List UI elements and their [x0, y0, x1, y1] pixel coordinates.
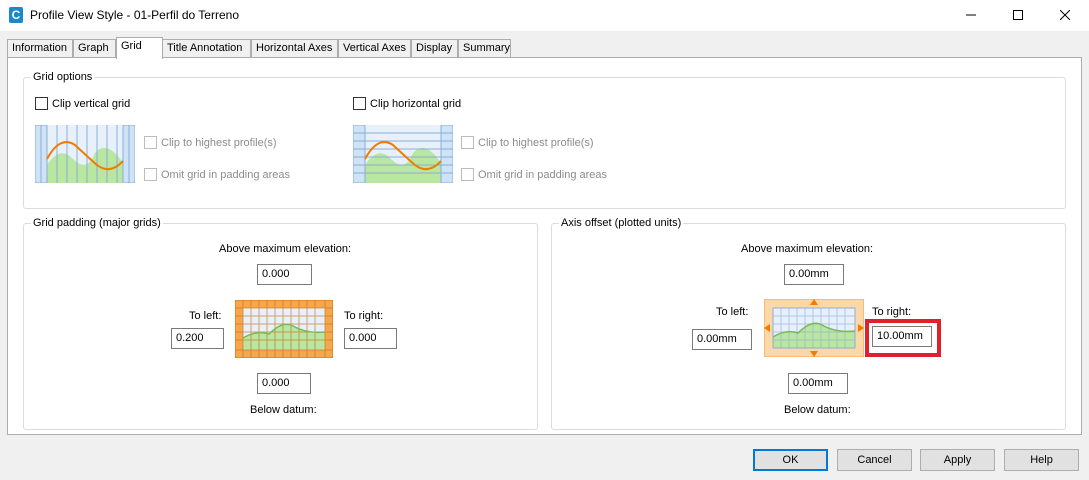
grid-padding-preview-icon [235, 300, 333, 358]
tab-display[interactable]: Display [411, 39, 458, 58]
vertical-grid-preview-icon [35, 125, 135, 183]
vertical-omit-padding-checkbox[interactable] [144, 168, 157, 181]
horizontal-omit-padding-label[interactable]: Omit grid in padding areas [478, 169, 607, 182]
vertical-clip-highest-checkbox[interactable] [144, 136, 157, 149]
axis-offset-below-label: Below datum: [784, 404, 851, 416]
tab-graph[interactable]: Graph [73, 39, 116, 58]
grid-tab-panel: Grid options Clip vertical grid Clip to … [7, 57, 1082, 435]
grid-padding-left-input[interactable]: 0.200 [171, 328, 224, 349]
horizontal-grid-preview-icon [353, 125, 453, 183]
tab-information[interactable]: Information [7, 39, 73, 58]
axis-offset-below-input[interactable]: 0.00mm [788, 373, 848, 394]
axis-offset-above-input[interactable]: 0.00mm [784, 264, 844, 285]
axis-offset-preview-icon [764, 299, 864, 357]
clip-vertical-grid-checkbox[interactable] [35, 97, 48, 110]
apply-button[interactable]: Apply [920, 449, 995, 471]
tab-horizontal-axes[interactable]: Horizontal Axes [251, 39, 338, 58]
grid-options-legend: Grid options [31, 70, 95, 84]
grid-padding-left-label: To left: [189, 310, 222, 322]
app-icon: C [9, 7, 23, 23]
close-button[interactable] [1042, 0, 1088, 31]
grid-padding-below-label: Below datum: [250, 404, 317, 416]
axis-offset-left-label: To left: [716, 306, 749, 318]
axis-offset-right-input[interactable]: 10.00mm [872, 326, 932, 347]
tab-vertical-axes[interactable]: Vertical Axes [338, 39, 411, 58]
axis-offset-left-input[interactable]: 0.00mm [692, 329, 752, 350]
minimize-button[interactable] [948, 0, 994, 31]
grid-padding-right-label: To right: [344, 310, 384, 322]
axis-offset-group: Axis offset (plotted units) Above maximu… [551, 216, 1066, 430]
grid-padding-above-input[interactable]: 0.000 [257, 264, 312, 285]
grid-padding-group: Grid padding (major grids) Above maximum… [23, 216, 538, 430]
horizontal-clip-highest-checkbox[interactable] [461, 136, 474, 149]
vertical-omit-padding-label[interactable]: Omit grid in padding areas [161, 169, 290, 182]
grid-options-group: Grid options Clip vertical grid Clip to … [23, 70, 1066, 209]
clip-vertical-grid-label[interactable]: Clip vertical grid [52, 98, 130, 111]
horizontal-omit-padding-checkbox[interactable] [461, 168, 474, 181]
grid-padding-legend: Grid padding (major grids) [31, 216, 163, 230]
maximize-icon [1013, 10, 1023, 20]
title-bar: C Profile View Style - 01-Perfil do Terr… [0, 0, 1089, 31]
axis-offset-right-label: To right: [872, 306, 912, 318]
maximize-button[interactable] [995, 0, 1041, 31]
minimize-icon [966, 14, 976, 16]
grid-padding-above-label: Above maximum elevation: [219, 243, 352, 255]
help-button[interactable]: Help [1004, 449, 1079, 471]
grid-padding-below-input[interactable]: 0.000 [257, 373, 311, 394]
tab-summary[interactable]: Summary [458, 39, 511, 58]
tab-grid[interactable]: Grid [116, 37, 163, 59]
vertical-clip-highest-label[interactable]: Clip to highest profile(s) [161, 137, 277, 150]
clip-horizontal-grid-checkbox[interactable] [353, 97, 366, 110]
axis-offset-legend: Axis offset (plotted units) [559, 216, 684, 230]
grid-padding-right-input[interactable]: 0.000 [344, 328, 397, 349]
ok-button[interactable]: OK [753, 449, 828, 471]
close-icon [1060, 10, 1070, 20]
horizontal-clip-highest-label[interactable]: Clip to highest profile(s) [478, 137, 594, 150]
axis-offset-above-label: Above maximum elevation: [741, 243, 874, 255]
cancel-button[interactable]: Cancel [837, 449, 912, 471]
window-title: Profile View Style - 01-Perfil do Terren… [30, 8, 239, 22]
clip-horizontal-grid-label[interactable]: Clip horizontal grid [370, 98, 461, 111]
tab-title-annotation[interactable]: Title Annotation [162, 39, 251, 58]
